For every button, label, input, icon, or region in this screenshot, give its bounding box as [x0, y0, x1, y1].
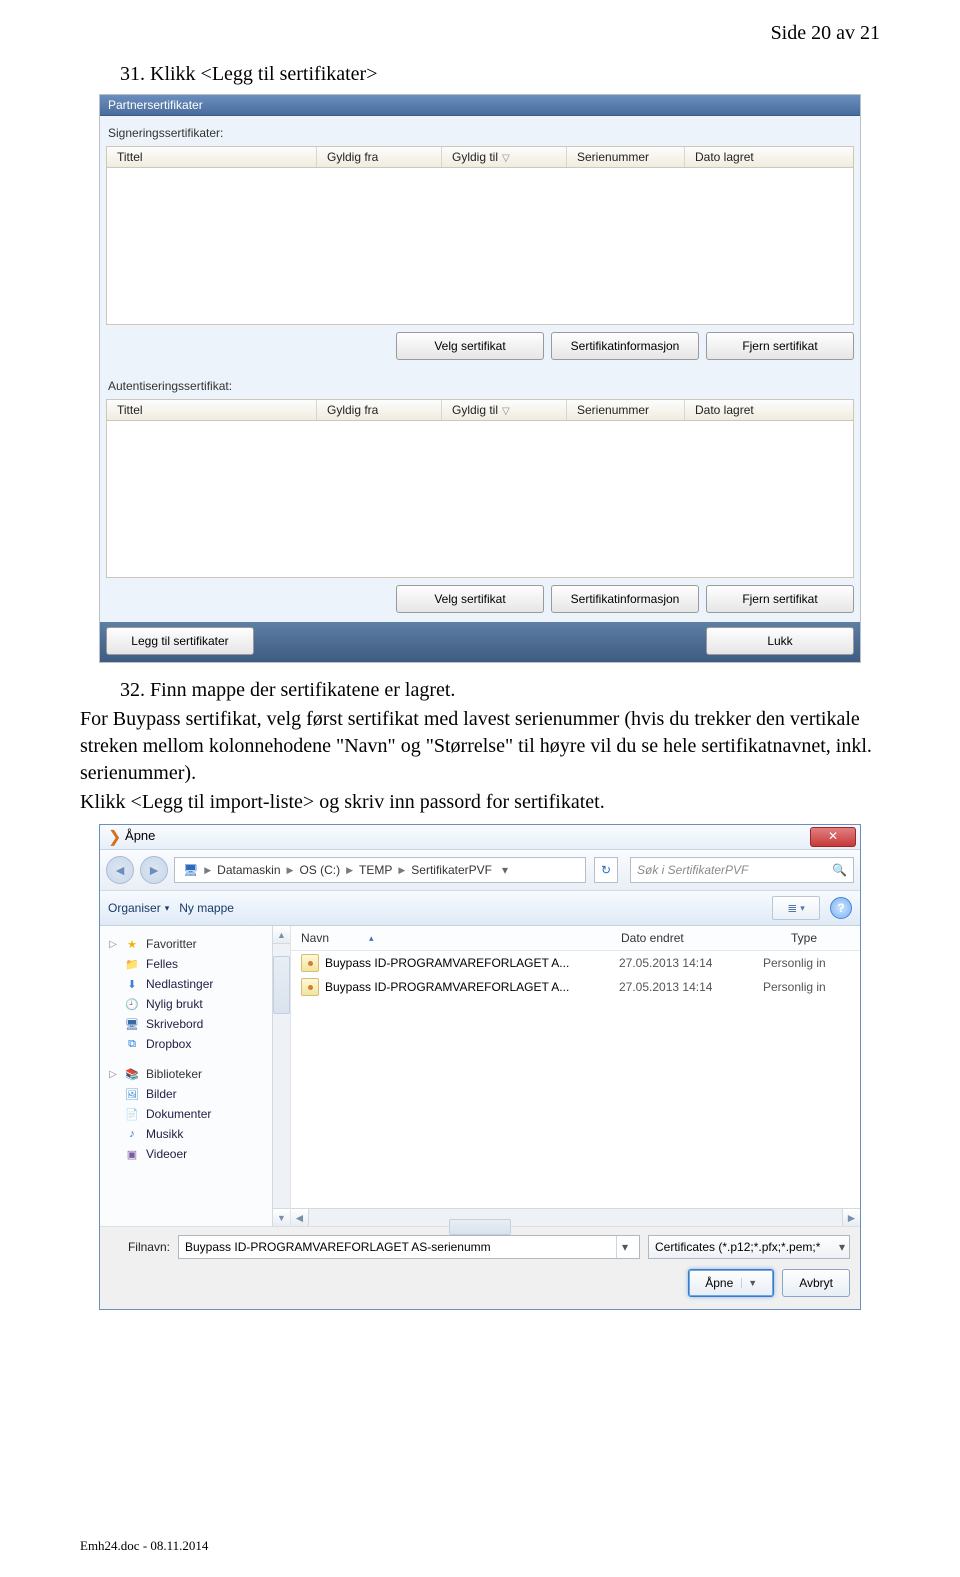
col-gyldig-fra[interactable]: Gyldig fra — [317, 400, 442, 420]
col-gyldig-til[interactable]: Gyldig til▽ — [442, 400, 567, 420]
recent-icon: 🕘 — [124, 996, 140, 1012]
add-certificates-button[interactable]: Legg til sertifikater — [106, 627, 254, 655]
col-dato-lagret[interactable]: Dato lagret — [685, 147, 853, 167]
signing-label: Signeringssertifikater: — [100, 116, 860, 146]
nav-dropbox[interactable]: Dropbox — [146, 1037, 191, 1051]
music-icon: ♪ — [124, 1126, 140, 1142]
cert-info-button[interactable]: Sertifikatinformasjon — [551, 585, 699, 613]
desktop-icon: 🖥 — [124, 1016, 140, 1032]
nav-forward-button[interactable]: ► — [140, 856, 168, 884]
breadcrumb[interactable]: 🖥▶ Datamaskin▶ OS (C:)▶ TEMP▶ Sertifikat… — [174, 857, 586, 883]
file-columns[interactable]: Navn▴ Dato endret Type — [291, 926, 860, 951]
sort-indicator-icon: ▽ — [502, 406, 510, 417]
col-tittel[interactable]: Tittel — [107, 147, 317, 167]
col-gyldig-til[interactable]: Gyldig til▽ — [442, 147, 567, 167]
organise-menu[interactable]: Organiser ▾ — [108, 901, 169, 915]
select-cert-button[interactable]: Velg sertifikat — [396, 585, 544, 613]
col-serienummer[interactable]: Serienummer — [567, 400, 685, 420]
nav-bilder[interactable]: Bilder — [146, 1087, 177, 1101]
filename-input[interactable]: Buypass ID-PROGRAMVAREFORLAGET AS-serien… — [178, 1235, 640, 1259]
auth-columns[interactable]: Tittel Gyldig fra Gyldig til▽ Serienumme… — [106, 399, 854, 421]
remove-cert-button[interactable]: Fjern sertifikat — [706, 332, 854, 360]
star-icon: ★ — [124, 936, 140, 952]
step-32-line2: Klikk <Legg til import-liste> og skriv i… — [80, 789, 880, 816]
col-serienummer[interactable]: Serienummer — [567, 147, 685, 167]
cert-info-button[interactable]: Sertifikatinformasjon — [551, 332, 699, 360]
chevron-down-icon: ▾ — [839, 1240, 845, 1254]
window-title: Partnersertifikater — [100, 95, 860, 116]
navigation-pane: ▲ ▼ ▷★Favoritter 📁Felles ⬇Nedlastinger 🕘… — [100, 926, 291, 1226]
signing-columns[interactable]: Tittel Gyldig fra Gyldig til▽ Serienumme… — [106, 146, 854, 168]
nav-dokumenter[interactable]: Dokumenter — [146, 1107, 211, 1121]
nav-nylig-brukt[interactable]: Nylig brukt — [146, 997, 203, 1011]
page-number: Side 20 av 21 — [80, 22, 880, 45]
certificate-icon — [301, 954, 319, 972]
auth-label: Autentiseringssertifikat: — [100, 369, 860, 399]
cancel-button[interactable]: Avbryt — [782, 1269, 850, 1297]
step-32-title: 32. Finn mappe der sertifikatene er lagr… — [120, 677, 880, 704]
nav-biblioteker[interactable]: Biblioteker — [146, 1067, 202, 1081]
partner-cert-window: Partnersertifikater Signeringssertifikat… — [99, 94, 861, 663]
dropbox-icon: ⧉ — [124, 1036, 140, 1052]
computer-icon: 🖥 — [179, 863, 202, 877]
search-icon: 🔍 — [832, 863, 847, 877]
signing-list[interactable] — [106, 168, 854, 325]
close-icon[interactable]: ✕ — [810, 827, 856, 847]
sort-asc-icon: ▴ — [369, 933, 374, 944]
nav-videoer[interactable]: Videoer — [146, 1147, 187, 1161]
chevron-down-icon[interactable]: ▾ — [496, 863, 514, 877]
pictures-icon: 🖼 — [124, 1086, 140, 1102]
remove-cert-button[interactable]: Fjern sertifikat — [706, 585, 854, 613]
nav-skrivebord[interactable]: Skrivebord — [146, 1017, 203, 1031]
horizontal-scrollbar[interactable]: ◄ ► — [291, 1208, 860, 1226]
file-list-pane: Navn▴ Dato endret Type Buypass ID-PROGRA… — [291, 926, 860, 1226]
open-button[interactable]: Åpne▼ — [688, 1269, 774, 1297]
open-file-dialog: ❯ Åpne ✕ ◄ ► 🖥▶ Datamaskin▶ OS (C:)▶ TEM… — [99, 824, 861, 1310]
download-icon: ⬇ — [124, 976, 140, 992]
new-folder-button[interactable]: Ny mappe — [179, 901, 234, 915]
nav-felles[interactable]: Felles — [146, 957, 178, 971]
col-dato-lagret[interactable]: Dato lagret — [685, 400, 853, 420]
col-gyldig-fra[interactable]: Gyldig fra — [317, 147, 442, 167]
nav-scrollbar[interactable]: ▲ ▼ — [272, 926, 290, 1226]
refresh-button[interactable]: ↻ — [594, 857, 618, 883]
filetype-selector[interactable]: Certificates (*.p12;*.pfx;*.pem;* ▾ — [648, 1235, 850, 1259]
certificate-icon — [301, 978, 319, 996]
nav-musikk[interactable]: Musikk — [146, 1127, 183, 1141]
filename-label: Filnavn: — [110, 1240, 170, 1254]
dialog-title: Åpne — [125, 828, 155, 843]
documents-icon: 📄 — [124, 1106, 140, 1122]
select-cert-button[interactable]: Velg sertifikat — [396, 332, 544, 360]
videos-icon: ▣ — [124, 1146, 140, 1162]
file-row[interactable]: Buypass ID-PROGRAMVAREFORLAGET A... 27.0… — [291, 951, 860, 975]
sort-indicator-icon: ▽ — [502, 153, 510, 164]
open-dialog-icon: ❯ — [108, 829, 121, 846]
col-tittel[interactable]: Tittel — [107, 400, 317, 420]
chevron-down-icon[interactable]: ▾ — [616, 1236, 633, 1258]
auth-list[interactable] — [106, 421, 854, 578]
step-31: 31. Klikk <Legg til sertifikater> — [120, 63, 880, 86]
library-icon: 📚 — [124, 1066, 140, 1082]
help-icon[interactable]: ? — [830, 897, 852, 919]
folder-icon: 📁 — [124, 956, 140, 972]
close-button[interactable]: Lukk — [706, 627, 854, 655]
search-input[interactable]: Søk i SertifikaterPVF 🔍 — [630, 857, 854, 883]
file-row[interactable]: Buypass ID-PROGRAMVAREFORLAGET A... 27.0… — [291, 975, 860, 999]
nav-back-button[interactable]: ◄ — [106, 856, 134, 884]
nav-nedlastinger[interactable]: Nedlastinger — [146, 977, 213, 991]
view-mode-selector[interactable]: ≣ ▾ — [772, 896, 820, 920]
step-32-line1: For Buypass sertifikat, velg først serti… — [80, 706, 880, 787]
page-footer: Emh24.doc - 08.11.2014 — [80, 1538, 208, 1554]
nav-favoritter[interactable]: Favoritter — [146, 937, 197, 951]
